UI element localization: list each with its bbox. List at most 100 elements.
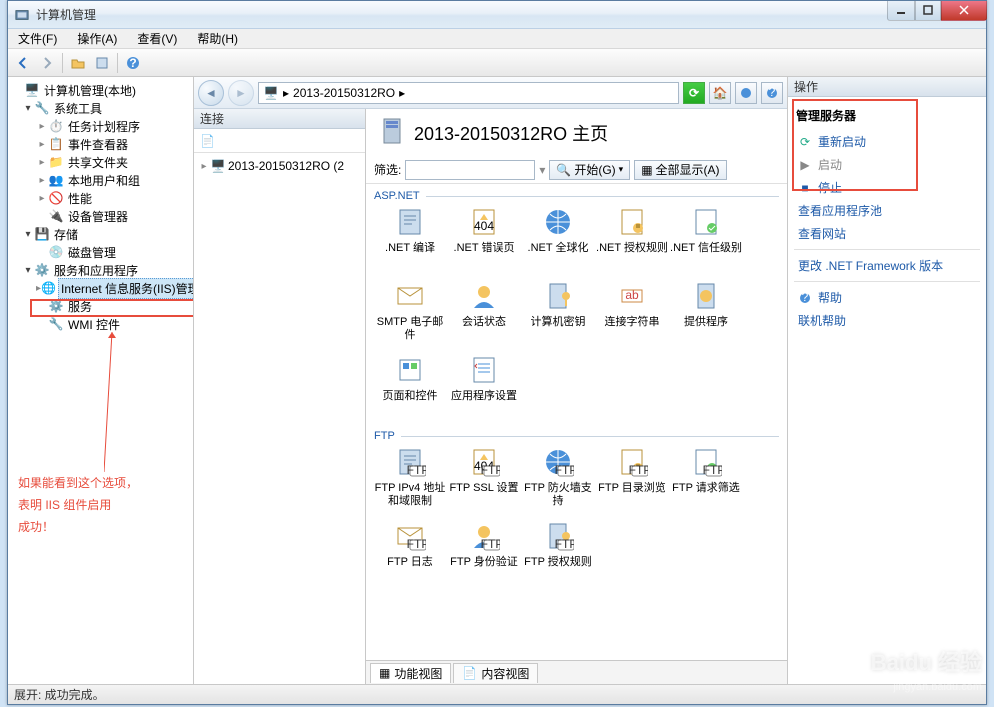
action-help[interactable]: ?帮助 <box>794 286 980 309</box>
feature-item[interactable]: ab连接字符串 <box>596 278 668 350</box>
svg-text:404: 404 <box>474 219 494 233</box>
forward-button[interactable] <box>36 52 58 74</box>
view-tabs: ▦功能视图 📄内容视图 <box>366 660 787 684</box>
action-sites[interactable]: 查看网站 <box>794 222 980 245</box>
feature-item[interactable]: FTP FTP 请求筛选 <box>670 444 742 516</box>
feature-icon <box>394 206 426 238</box>
tree-item[interactable]: 📁共享文件夹 <box>8 153 193 171</box>
nav-back-button[interactable]: ◄ <box>198 80 224 106</box>
menu-action[interactable]: 操作(A) <box>71 28 123 49</box>
action-restart[interactable]: ⟳重新启动 <box>794 130 980 153</box>
back-button[interactable] <box>12 52 34 74</box>
action-stop[interactable]: ■停止 <box>794 176 980 199</box>
menu-view[interactable]: 查看(V) <box>131 28 183 49</box>
action-netfx[interactable]: 更改 .NET Framework 版本 <box>794 254 980 277</box>
feature-label: FTP 请求筛选 <box>672 482 740 495</box>
navigation-tree: 🖥️计算机管理(本地) 🔧系统工具 ⏱️任务计划程序 📋事件查看器 📁共享文件夹… <box>8 77 194 684</box>
feature-icon: FTP <box>616 446 648 478</box>
tab-features-view[interactable]: ▦功能视图 <box>370 663 451 683</box>
feature-item[interactable]: FTPFTP 防火墙支持 <box>522 444 594 516</box>
statusbar: 展开: 成功完成。 <box>8 684 986 704</box>
feature-item[interactable]: FTPFTP 日志 <box>374 518 446 590</box>
tree-storage[interactable]: 💾存储 <box>8 225 193 243</box>
go-button[interactable]: 🔍开始(G)▾ <box>549 160 630 180</box>
feature-item[interactable]: .NET 信任级别 <box>670 204 742 276</box>
action-start[interactable]: ▶启动 <box>794 153 980 176</box>
feature-item[interactable]: .NET 编译 <box>374 204 446 276</box>
feature-label: .NET 编译 <box>385 242 435 255</box>
feature-item[interactable]: 会话状态 <box>448 278 520 350</box>
menu-file[interactable]: 文件(F) <box>12 28 63 49</box>
tree-services-apps[interactable]: ⚙️服务和应用程序 <box>8 261 193 279</box>
feature-item[interactable]: 提供程序 <box>670 278 742 350</box>
tree-item[interactable]: 🚫性能 <box>8 189 193 207</box>
feature-item[interactable]: FTPFTP 授权规则 <box>522 518 594 590</box>
connection-icon: 📄 <box>200 134 215 148</box>
window-title: 计算机管理 <box>36 6 887 23</box>
start-icon: ▶ <box>798 158 812 172</box>
showall-button[interactable]: ▦全部显示(A) <box>634 160 726 180</box>
page-title: 2013-20150312RO 主页 <box>366 109 787 156</box>
app-window: 计算机管理 文件(F) 操作(A) 查看(V) 帮助(H) ? 🖥️计算机管理(… <box>7 0 987 705</box>
close-button[interactable] <box>941 1 987 21</box>
content-icon: 📄 <box>462 666 477 680</box>
feature-label: .NET 错误页 <box>454 242 515 255</box>
feature-item[interactable]: 应用程序设置 <box>448 352 520 424</box>
addr-help-button[interactable]: ? <box>761 82 783 104</box>
feature-label: .NET 信任级别 <box>670 242 742 255</box>
tab-content-view[interactable]: 📄内容视图 <box>453 663 538 683</box>
tree-item[interactable]: 📋事件查看器 <box>8 135 193 153</box>
feature-item[interactable]: .NET 全球化 <box>522 204 594 276</box>
nav-forward-button[interactable]: ► <box>228 80 254 106</box>
feature-item[interactable]: FTPFTP 目录浏览 <box>596 444 668 516</box>
feature-item[interactable]: FTPFTP 身份验证 <box>448 518 520 590</box>
tree-item[interactable]: 💿磁盘管理 <box>8 243 193 261</box>
feature-label: FTP SSL 设置 <box>449 482 518 495</box>
svg-text:FTP: FTP <box>481 463 500 477</box>
home-button[interactable]: 🏠 <box>709 82 731 104</box>
breadcrumb[interactable]: 🖥️ ▸ 2013-20150312RO ▸ <box>258 82 679 104</box>
properties-button[interactable] <box>91 52 113 74</box>
menu-help[interactable]: 帮助(H) <box>191 28 244 49</box>
connections-pane: 连接 📄 🖥️2013-20150312RO (2 <box>194 109 366 684</box>
tree-root[interactable]: 🖥️计算机管理(本地) <box>8 81 193 99</box>
tree-system-tools[interactable]: 🔧系统工具 <box>8 99 193 117</box>
svg-text:FTP: FTP <box>629 463 648 477</box>
svg-text:FTP: FTP <box>407 463 426 477</box>
folder-button[interactable] <box>67 52 89 74</box>
info-button[interactable] <box>735 82 757 104</box>
app-icon <box>14 7 30 23</box>
svg-text:FTP: FTP <box>703 463 722 477</box>
status-text: 展开: 成功完成。 <box>14 686 105 703</box>
svg-text:FTP: FTP <box>555 537 574 551</box>
feature-icon <box>468 354 500 386</box>
tree-iis[interactable]: 🌐Internet 信息服务(IIS)管理器 <box>8 279 193 297</box>
help-button[interactable]: ? <box>122 52 144 74</box>
tree-item[interactable]: ⚙️服务 <box>8 297 193 315</box>
minimize-button[interactable] <box>887 1 915 21</box>
refresh-button[interactable]: ⟳ <box>683 82 705 104</box>
breadcrumb-item[interactable]: 2013-20150312RO <box>293 86 395 100</box>
feature-item[interactable]: 计算机密钥 <box>522 278 594 350</box>
tree-item[interactable]: 🔧WMI 控件 <box>8 315 193 333</box>
filter-input[interactable] <box>405 160 535 180</box>
maximize-button[interactable] <box>915 1 941 21</box>
feature-item[interactable]: 页面和控件 <box>374 352 446 424</box>
feature-icon <box>394 354 426 386</box>
action-apppools[interactable]: 查看应用程序池 <box>794 199 980 222</box>
feature-item[interactable]: FTPFTP IPv4 地址和域限制 <box>374 444 446 516</box>
feature-item[interactable]: 404 .NET 错误页 <box>448 204 520 276</box>
feature-label: .NET 全球化 <box>528 242 589 255</box>
tree-item[interactable]: 👥本地用户和组 <box>8 171 193 189</box>
tree-item[interactable]: 🔌设备管理器 <box>8 207 193 225</box>
tree-item[interactable]: ⏱️任务计划程序 <box>8 117 193 135</box>
action-online-help[interactable]: 联机帮助 <box>794 309 980 332</box>
feature-icon <box>690 280 722 312</box>
server-icon: 🖥️ <box>263 85 279 101</box>
feature-item[interactable]: 404FTPFTP SSL 设置 <box>448 444 520 516</box>
feature-item[interactable]: .NET 授权规则 <box>596 204 668 276</box>
feature-label: 连接字符串 <box>605 316 660 329</box>
feature-item[interactable]: SMTP 电子邮件 <box>374 278 446 350</box>
features-list[interactable]: ASP.NET .NET 编译404.NET 错误页.NET 全球化.NET 授… <box>366 184 787 660</box>
connection-server[interactable]: 🖥️2013-20150312RO (2 <box>198 157 361 175</box>
